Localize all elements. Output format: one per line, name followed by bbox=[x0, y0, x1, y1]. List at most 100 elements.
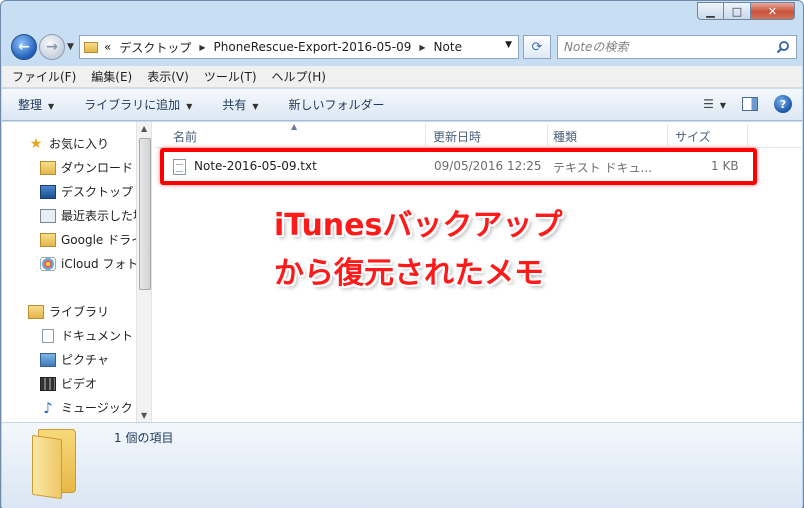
nav-scrollbar[interactable]: ▲ ▼ bbox=[136, 122, 151, 422]
command-bar-right: ☰ ▼ ? bbox=[703, 95, 792, 113]
file-name: Note-2016-05-09.txt bbox=[194, 159, 317, 173]
folder-icon bbox=[84, 41, 98, 53]
search-input[interactable] bbox=[564, 37, 764, 57]
share-label: 共有 bbox=[222, 98, 247, 112]
refresh-button[interactable]: ⟳ bbox=[523, 35, 551, 59]
column-header-row: ▲ 名前 更新日時 種類 サイズ bbox=[155, 122, 802, 148]
nav-item-label: デスクトップ bbox=[61, 185, 134, 199]
recent-pages-dropdown[interactable]: ▼ bbox=[67, 42, 74, 52]
forward-button[interactable]: → bbox=[39, 34, 65, 60]
nav-item-label: Google ドライ bbox=[61, 233, 144, 247]
command-bar: 整理 ▼ ライブラリに追加 ▼ 共有 ▼ 新しいフォルダー ☰ ▼ ? bbox=[2, 89, 802, 121]
address-segment-export[interactable]: PhoneRescue-Export-2016-05-09 bbox=[214, 40, 412, 54]
chevron-down-icon: ▼ bbox=[48, 102, 55, 111]
desktop-icon bbox=[40, 184, 56, 199]
preview-pane-icon[interactable] bbox=[742, 97, 758, 111]
annotation-text: iTunesバックアップ から復元されたメモ bbox=[274, 202, 562, 298]
menu-view[interactable]: 表示(V) bbox=[147, 68, 189, 85]
share-button[interactable]: 共有 ▼ bbox=[222, 96, 258, 113]
back-button[interactable]: ← bbox=[11, 34, 37, 60]
file-date: 09/05/2016 12:25 bbox=[434, 159, 542, 173]
column-divider[interactable] bbox=[425, 124, 426, 146]
column-divider[interactable] bbox=[747, 124, 748, 146]
downloads-folder-icon bbox=[40, 160, 56, 175]
recent-places-icon bbox=[40, 208, 56, 223]
nav-item-recent[interactable]: 最近表示した場 bbox=[40, 207, 145, 224]
column-size[interactable]: サイズ bbox=[675, 128, 711, 145]
chevron-down-icon: ▼ bbox=[186, 102, 193, 111]
nav-item-music[interactable]: ♪ ミュージック bbox=[40, 398, 133, 417]
nav-libraries[interactable]: ライブラリ bbox=[28, 303, 109, 320]
pictures-icon bbox=[40, 352, 56, 367]
nav-item-label: ダウンロード bbox=[61, 161, 134, 175]
folder-icon bbox=[32, 429, 76, 500]
address-bar[interactable]: « デスクトップ ▶ PhoneRescue-Export-2016-05-09… bbox=[79, 35, 519, 59]
menu-tools[interactable]: ツール(T) bbox=[204, 68, 257, 85]
search-icon[interactable] bbox=[776, 40, 790, 54]
item-count: 1 個の項目 bbox=[114, 431, 174, 445]
chevron-down-icon: ▼ bbox=[719, 101, 726, 110]
search-box[interactable] bbox=[557, 35, 797, 59]
annotation-line-1: iTunesバックアップ bbox=[274, 208, 563, 243]
star-icon: ★ bbox=[29, 135, 43, 152]
menu-file[interactable]: ファイル(F) bbox=[12, 68, 76, 85]
scroll-thumb[interactable] bbox=[139, 138, 151, 290]
menu-help[interactable]: ヘルプ(H) bbox=[272, 68, 326, 85]
chevron-right-icon[interactable]: ▶ bbox=[199, 43, 205, 52]
music-note-icon: ♪ bbox=[43, 398, 53, 417]
nav-item-label: 最近表示した場 bbox=[61, 209, 146, 223]
scroll-up-icon[interactable]: ▲ bbox=[141, 124, 147, 133]
nav-item-label: ドキュメント bbox=[61, 329, 134, 343]
icloud-photos-icon bbox=[40, 256, 56, 271]
address-segment-desktop[interactable]: デスクトップ bbox=[119, 39, 191, 56]
nav-item-label: ビデオ bbox=[61, 377, 98, 391]
scroll-down-icon[interactable]: ▼ bbox=[141, 411, 147, 420]
nav-item-desktop[interactable]: デスクトップ bbox=[40, 183, 133, 200]
close-button[interactable]: ✕ bbox=[751, 2, 795, 20]
organize-button[interactable]: 整理 ▼ bbox=[18, 96, 54, 113]
explorer-window: ▁ □ ✕ ← → ▼ « デスクトップ ▶ PhoneRescue-Expor… bbox=[0, 0, 804, 508]
column-name[interactable]: 名前 bbox=[173, 128, 197, 145]
file-type: テキスト ドキュ... bbox=[553, 161, 652, 175]
menu-bar: ファイル(F) 編集(E) 表示(V) ツール(T) ヘルプ(H) bbox=[2, 66, 802, 88]
minimize-button[interactable]: ▁ bbox=[697, 2, 724, 20]
caption-buttons: ▁ □ ✕ bbox=[697, 2, 795, 20]
add-to-library-button[interactable]: ライブラリに追加 ▼ bbox=[84, 96, 192, 113]
organize-label: 整理 bbox=[18, 98, 43, 112]
nav-item-documents[interactable]: ドキュメント bbox=[40, 327, 133, 344]
nav-item-label: ピクチャ bbox=[61, 353, 109, 367]
new-folder-button[interactable]: 新しいフォルダー bbox=[289, 96, 385, 113]
address-overflow[interactable]: « bbox=[104, 40, 111, 54]
chevron-down-icon[interactable]: ▼ bbox=[505, 40, 512, 50]
nav-item-downloads[interactable]: ダウンロード bbox=[40, 159, 133, 176]
nav-favorites-label: お気に入り bbox=[49, 137, 110, 151]
chevron-down-icon: ▼ bbox=[252, 102, 259, 111]
annotation-line-2: から復元されたメモ bbox=[274, 256, 544, 291]
nav-favorites[interactable]: ★ お気に入り bbox=[28, 135, 109, 152]
view-options-button[interactable]: ☰ ▼ bbox=[703, 97, 726, 111]
sort-ascending-icon: ▲ bbox=[291, 122, 298, 131]
nav-item-pictures[interactable]: ピクチャ bbox=[40, 351, 109, 368]
address-segment-note[interactable]: Note bbox=[434, 40, 462, 54]
text-file-icon bbox=[173, 159, 186, 175]
menu-edit[interactable]: 編集(E) bbox=[91, 68, 132, 85]
file-size: 1 KB bbox=[711, 159, 739, 173]
column-date[interactable]: 更新日時 bbox=[433, 128, 481, 145]
add-to-library-label: ライブラリに追加 bbox=[84, 98, 181, 112]
table-row[interactable]: Note-2016-05-09.txt 09/05/2016 12:25 テキス… bbox=[161, 155, 757, 179]
column-divider[interactable] bbox=[547, 124, 548, 146]
documents-icon bbox=[42, 328, 54, 343]
maximize-button[interactable]: □ bbox=[724, 2, 751, 20]
nav-item-icloud-photos[interactable]: iCloud フォト bbox=[40, 255, 138, 272]
videos-icon bbox=[40, 376, 56, 391]
nav-item-videos[interactable]: ビデオ bbox=[40, 375, 97, 392]
nav-item-label: iCloud フォト bbox=[61, 257, 139, 271]
help-icon[interactable]: ? bbox=[774, 95, 792, 113]
chevron-right-icon[interactable]: ▶ bbox=[419, 43, 425, 52]
nav-item-label: ミュージック bbox=[61, 401, 133, 415]
libraries-icon bbox=[28, 304, 44, 319]
nav-item-google-drive[interactable]: Google ドライ bbox=[40, 231, 143, 248]
column-type[interactable]: 種類 bbox=[553, 128, 577, 145]
details-pane: 1 個の項目 bbox=[2, 422, 802, 508]
column-divider[interactable] bbox=[667, 124, 668, 146]
